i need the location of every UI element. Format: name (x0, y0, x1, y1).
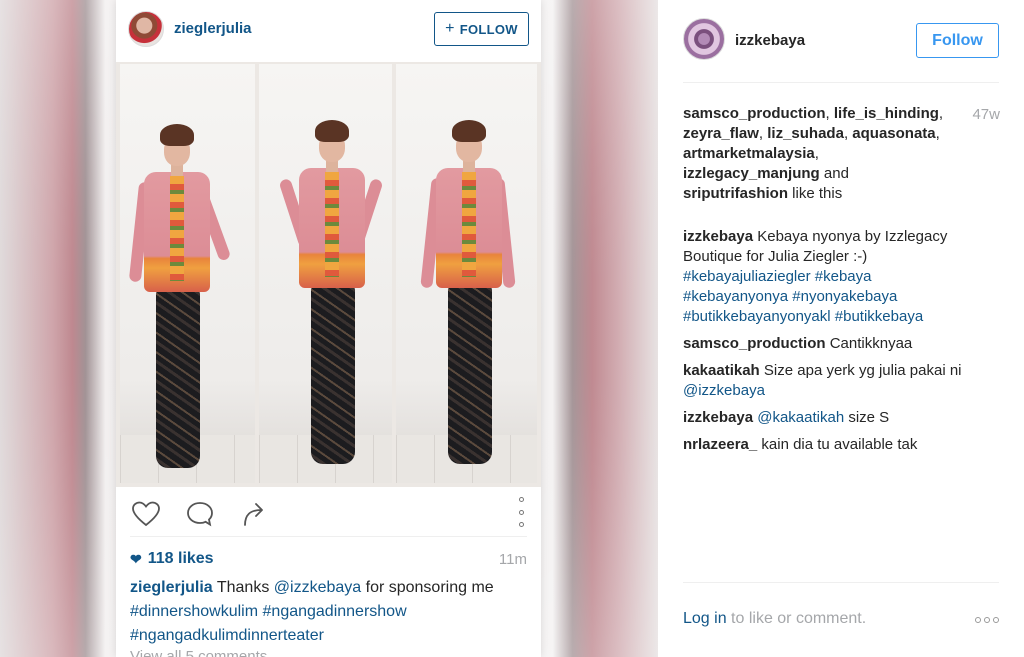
likers-suffix: like this (788, 185, 843, 202)
heart-icon[interactable] (130, 499, 162, 529)
heart-filled-icon: ❤ (130, 550, 142, 567)
likes-label: 118 likes (147, 550, 214, 567)
liker-link[interactable]: life_is_hinding (834, 105, 939, 122)
likers-list: samsco_production, life_is_hinding, zeyr… (683, 105, 944, 202)
likers-and: and (819, 165, 849, 182)
avatar[interactable] (128, 11, 164, 47)
panel-username[interactable]: izzkebaya (735, 32, 805, 49)
comment-item: kakaatikah Size apa yerk yg julia pakai … (683, 361, 1003, 401)
follow-label: FOLLOW (459, 21, 518, 37)
comment-mention[interactable]: @izzkebaya (683, 382, 765, 399)
comment-text: Cantikknyaa (829, 335, 913, 352)
comment-text: kain dia tu available tak (761, 436, 918, 453)
liker-link[interactable]: samsco_production (683, 105, 826, 122)
post-timestamp[interactable]: 47w (972, 106, 1000, 123)
comment-hashtag[interactable]: #butikkebaya (835, 308, 923, 325)
login-prompt: Log in to like or comment. (683, 610, 999, 632)
comment-hashtag[interactable]: #butikkebayanyonyakl (683, 308, 831, 325)
panel-header: izzkebaya Follow (658, 0, 1024, 80)
share-icon[interactable] (238, 499, 270, 529)
avatar[interactable] (683, 18, 725, 60)
caption-mention[interactable]: @izzkebaya (274, 579, 361, 596)
post-caption: zieglerjulia Thanks @izzkebaya for spons… (130, 576, 530, 648)
caption-username[interactable]: zieglerjulia (130, 579, 213, 596)
liker-link[interactable]: liz_suhada (767, 125, 844, 142)
caption-text: Thanks (216, 579, 274, 596)
liker-link[interactable]: artmarketmalaysia (683, 145, 815, 162)
comment-list: izzkebaya Kebaya nyonya by Izzlegacy Bou… (683, 227, 1003, 462)
liker-link[interactable]: sriputrifashion (683, 185, 788, 202)
divider (683, 582, 999, 583)
caption-hashtag[interactable]: #ngangadkulimdinnerteater (130, 627, 324, 644)
comment-mention[interactable]: @kakaatikah (757, 409, 844, 426)
liker-link[interactable]: aquasonata (852, 125, 935, 142)
comment-item: izzkebaya @kakaatikah size S (683, 408, 1003, 428)
photo-panel (120, 64, 255, 483)
follow-button[interactable]: Follow (916, 23, 999, 58)
comment-hashtag[interactable]: #kebayajuliaziegler (683, 268, 811, 285)
view-all-comments-link[interactable]: View all 5 comments (130, 648, 267, 657)
more-icon[interactable] (511, 497, 531, 527)
post-timestamp[interactable]: 11m (499, 551, 527, 568)
follow-button[interactable]: + FOLLOW (434, 12, 529, 46)
caption-hashtag[interactable]: #ngangadinnershow (263, 603, 407, 620)
caption-text-2: for sponsoring me (361, 579, 494, 596)
comment-text: Size apa yerk yg julia pakai ni (763, 362, 962, 379)
liker-link[interactable]: zeyra_flaw (683, 125, 759, 142)
login-link[interactable]: Log in (683, 610, 727, 627)
comment-text: size S (844, 409, 890, 426)
comment-hashtag[interactable]: #kebayanyonya (683, 288, 788, 305)
comment-hashtag[interactable]: #kebaya (815, 268, 872, 285)
likes-row: ❤ 118 likes 11m (130, 550, 527, 570)
plus-icon: + (445, 20, 455, 37)
post-username[interactable]: zieglerjulia (174, 20, 252, 37)
divider (130, 536, 527, 537)
likes-count[interactable]: ❤ 118 likes (130, 550, 214, 568)
photo-panel (259, 64, 392, 483)
comment-hashtag[interactable]: #nyonyakebaya (792, 288, 897, 305)
more-options-icon[interactable] (975, 617, 999, 623)
comment-username[interactable]: kakaatikah (683, 362, 760, 379)
liker-link[interactable]: izzlegacy_manjung (683, 165, 820, 182)
comment-username[interactable]: izzkebaya (683, 228, 753, 245)
comment-item: nrlazeera_ kain dia tu available tak (683, 435, 1003, 455)
comment-username[interactable]: izzkebaya (683, 409, 753, 426)
comment-icon[interactable] (184, 499, 216, 529)
comment-username[interactable]: samsco_production (683, 335, 826, 352)
comment-item: izzkebaya Kebaya nyonya by Izzlegacy Bou… (683, 227, 1003, 327)
comment-username[interactable]: nrlazeera_ (683, 436, 757, 453)
comments-panel: izzkebaya Follow samsco_production, life… (658, 0, 1024, 657)
post-header: zieglerjulia + FOLLOW (116, 0, 541, 60)
comment-item: samsco_production Cantikknyaa (683, 334, 1003, 354)
divider (683, 82, 999, 83)
login-text: to like or comment. (726, 610, 867, 627)
caption-hashtag[interactable]: #dinnershowkulim (130, 603, 258, 620)
post-card: zieglerjulia + FOLLOW ❤ 118 likes 11m zi… (116, 0, 541, 657)
post-photo[interactable] (116, 62, 541, 487)
post-actions (116, 487, 541, 537)
photo-panel (396, 64, 537, 483)
